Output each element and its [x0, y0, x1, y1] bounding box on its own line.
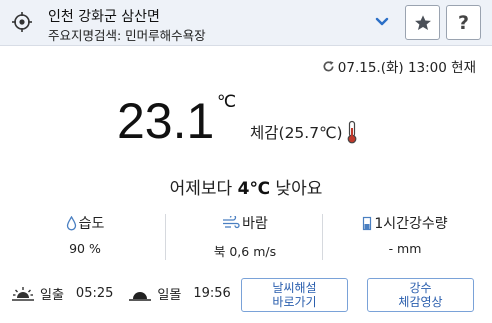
temperature-unit: ℃ [217, 92, 237, 111]
wind-label: 바람 [242, 216, 268, 232]
wind-value: 북 0,6 m/s [213, 244, 277, 259]
wind-stat: 바람 북 0,6 m/s [165, 212, 325, 262]
comparison-value: 4℃ [237, 179, 271, 199]
chevron-down-icon [375, 17, 389, 27]
humidity-value: 90 % [69, 241, 101, 256]
sunset-icon [129, 286, 152, 302]
favorite-button[interactable] [405, 5, 440, 40]
weather-commentary-line1: 날씨해설 [272, 281, 317, 295]
location-name[interactable]: 인천 강화군 삼산면 [48, 6, 160, 26]
help-button[interactable]: ? [446, 5, 481, 40]
precipitation-stat: 1시간강수량 - mm [325, 212, 485, 262]
current-location-button[interactable] [10, 10, 34, 34]
precipitation-video-button[interactable]: 강수 체감영상 [367, 278, 474, 312]
precipitation-video-line1: 강수 [409, 281, 432, 295]
refresh-icon[interactable] [322, 60, 335, 73]
weather-commentary-button[interactable]: 날씨해설 바로가기 [241, 278, 348, 312]
humidity-label: 습도 [78, 216, 105, 232]
temperature-value: 23.1 [117, 93, 215, 149]
comparison-suffix: 낮아요 [270, 179, 323, 199]
droplet-icon [66, 215, 77, 231]
weather-commentary-line2: 바로가기 [272, 295, 317, 309]
comparison-prefix: 어제보다 [169, 179, 238, 199]
location-header: 인천 강화군 삼산면 주요지명검색: 민머루해수욕장 ? [0, 0, 492, 46]
yesterday-comparison: 어제보다 4℃ 낮아요 [0, 174, 492, 199]
sunrise-label: 일출 [40, 288, 64, 303]
precipitation-video-line2: 체감영상 [398, 295, 443, 309]
location-dropdown-button[interactable] [372, 12, 392, 32]
crosshair-icon [11, 11, 33, 33]
landmark-search-text[interactable]: 주요지명검색: 민머루해수욕장 [48, 25, 206, 44]
observation-time: 07.15.(화) 13:00 현재 [322, 56, 476, 76]
sunrise-icon [12, 286, 34, 302]
stat-divider [322, 214, 323, 260]
feels-like: 체감(25.7℃) [250, 120, 358, 144]
humidity-stat: 습도 90 % [5, 212, 165, 262]
precipitation-label: 1시간강수량 [374, 216, 448, 232]
weather-stats: 습도 90 % 바람 북 0,6 m/s 1시간강수량 - mm [0, 212, 492, 262]
sun-times: 일출 05:25 일몰 19:56 [12, 284, 231, 303]
sunset-time: 19:56 [193, 286, 231, 301]
wind-icon [222, 216, 240, 230]
thermometer-icon [346, 120, 358, 144]
sunrise-time: 05:25 [75, 286, 114, 301]
star-icon [414, 14, 432, 32]
precipitation-value: - mm [388, 241, 422, 256]
sunset-label: 일몰 [157, 288, 182, 303]
rain-gauge-icon [362, 216, 372, 231]
feels-like-text: 체감(25.7℃) [250, 124, 343, 142]
observation-time-text: 07.15.(화) 13:00 현재 [337, 60, 476, 76]
